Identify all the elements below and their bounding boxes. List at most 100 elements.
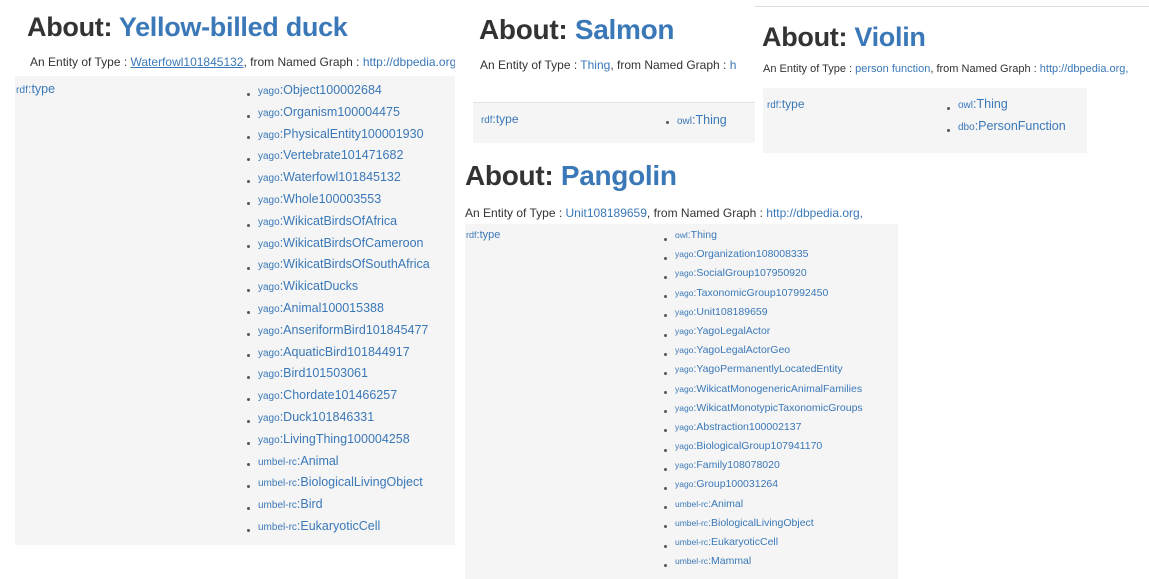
type-value-link[interactable]: yago:Unit108189659 (664, 305, 863, 324)
entity-page-violin: About: Violin An Entity of Type : person… (755, 0, 1149, 160)
value-prefix: yago (258, 216, 280, 228)
value-name: :YagoLegalActor (693, 324, 771, 337)
type-value-link[interactable]: yago:Chordate101466257 (247, 387, 430, 409)
entity-type-link[interactable]: Unit108189659 (566, 206, 647, 220)
type-value-link[interactable]: yago:Whole100003553 (247, 191, 430, 213)
type-value-link[interactable]: yago:Organism100004475 (247, 104, 430, 126)
entity-name: Violin (854, 22, 926, 52)
subtitle-label: An Entity of Type : (30, 55, 131, 69)
property-link-rdf-type[interactable]: rdf:type (466, 229, 500, 241)
named-graph-link[interactable]: h (730, 58, 737, 72)
type-value-link[interactable]: umbel-rc:EukaryoticCell (247, 518, 430, 540)
entity-page-salmon: About: Salmon An Entity of Type : Thing,… (462, 0, 760, 155)
type-value-link[interactable]: yago:LivingThing100004258 (247, 431, 430, 453)
page-title: About: Pangolin (465, 160, 677, 192)
value-prefix: yago (675, 364, 694, 375)
type-value-link[interactable]: yago:Bird101503061 (247, 365, 430, 387)
type-value-link[interactable]: yago:WikicatMonotypicTaxonomicGroups (664, 401, 863, 420)
subtitle-mid: , from Named Graph : (243, 55, 363, 69)
value-prefix: umbel-rc (258, 521, 297, 533)
value-prefix: dbo (958, 122, 975, 133)
property-name: :type (778, 97, 805, 111)
type-value-link[interactable]: yago:Object100002684 (247, 82, 430, 104)
type-value-link[interactable]: yago:WikicatBirdsOfAfrica (247, 213, 430, 235)
type-value-link[interactable]: yago:YagoPermanentlyLocatedEntity (664, 362, 863, 381)
property-name: :type (476, 229, 501, 241)
type-value-link[interactable]: umbel-rc:Animal (247, 453, 430, 475)
value-prefix: owl (677, 116, 693, 127)
entity-type-line: An Entity of Type : Thing, from Named Gr… (480, 58, 736, 72)
named-graph-link[interactable]: http://dbpedia.org, (766, 206, 863, 220)
value-prefix: yago (675, 383, 694, 394)
property-link-rdf-type[interactable]: rdf:type (481, 112, 519, 126)
type-value-link[interactable]: yago:TaxonomicGroup107992450 (664, 286, 863, 305)
entity-name: Yellow-billed duck (118, 12, 348, 42)
named-graph-link[interactable]: http://dbpedia.org, (363, 55, 455, 69)
type-value-link[interactable]: yago:SocialGroup107950920 (664, 266, 863, 285)
value-name: :PersonFunction (974, 119, 1066, 133)
value-prefix: yago (675, 460, 694, 471)
type-value-link[interactable]: yago:WikicatDucks (247, 278, 430, 300)
entity-type-link[interactable]: person function (855, 63, 930, 75)
property-link-rdf-type[interactable]: rdf:type (16, 82, 55, 96)
type-value-link[interactable]: yago:AnseriformBird101845477 (247, 322, 430, 344)
type-value-link[interactable]: yago:WikicatBirdsOfCameroon (247, 235, 430, 257)
type-value-link[interactable]: umbel-rc:EukaryoticCell (664, 535, 863, 554)
type-value-link[interactable]: yago:WikicatMonogenericAnimalFamilies (664, 382, 863, 401)
type-value-link[interactable]: umbel-rc:Bird (247, 496, 430, 518)
value-name: :Bird (296, 497, 323, 512)
entity-type-line: An Entity of Type : person function, fro… (763, 63, 1128, 75)
value-prefix: yago (258, 282, 280, 294)
subtitle-mid: , from Named Graph : (930, 63, 1040, 75)
property-prefix: rdf (466, 230, 477, 240)
type-value-link[interactable]: owl:Thing (947, 96, 1066, 118)
type-value-link[interactable]: yago:WikicatBirdsOfSouthAfrica (247, 256, 430, 278)
value-prefix: umbel-rc (258, 478, 297, 490)
value-name: :WikicatMonogenericAnimalFamilies (693, 382, 863, 395)
type-value-link[interactable]: umbel-rc:Mammal (664, 554, 863, 573)
entity-type-link[interactable]: Thing (580, 58, 610, 72)
type-value-link[interactable]: yago:BiologicalGroup107941170 (664, 439, 863, 458)
value-prefix: yago (258, 194, 280, 206)
value-name: :Group100031264 (693, 478, 779, 491)
value-name: :Thing (692, 113, 727, 127)
type-value-link[interactable]: yago:YagoLegalActorGeo (664, 343, 863, 362)
value-name: :Duck101846331 (279, 409, 375, 424)
title-prefix: About: (762, 22, 855, 52)
type-value-link[interactable]: owl:Thing (666, 112, 727, 130)
type-value-link[interactable]: owl:Thing (664, 228, 863, 247)
type-value-link[interactable]: umbel-rc:BiologicalLivingObject (247, 474, 430, 496)
type-value-link[interactable]: yago:Waterfowl101845132 (247, 169, 430, 191)
type-value-link[interactable]: yago:PhysicalEntity100001930 (247, 126, 430, 148)
value-prefix: yago (258, 391, 280, 403)
value-name: :PhysicalEntity100001930 (279, 126, 424, 141)
type-value-link[interactable]: yago:Animal100015388 (247, 300, 430, 322)
value-prefix: yago (675, 441, 694, 452)
type-value-link[interactable]: yago:Group100031264 (664, 477, 863, 496)
type-value-link[interactable]: yago:AquaticBird101844917 (247, 344, 430, 366)
value-name: :Object100002684 (279, 83, 382, 97)
value-name: :WikicatBirdsOfAfrica (279, 213, 398, 228)
type-values-list: yago:Object100002684 yago:Organism1000044… (247, 82, 430, 540)
type-value-link[interactable]: yago:Duck101846331 (247, 409, 430, 431)
type-value-link[interactable]: umbel-rc:Animal (664, 497, 863, 516)
value-prefix: yago (258, 238, 280, 250)
value-name: :Animal (296, 453, 339, 468)
type-value-link[interactable]: umbel-rc:BiologicalLivingObject (664, 516, 863, 535)
type-value-link[interactable]: dbo:PersonFunction (947, 118, 1066, 140)
type-value-link[interactable]: yago:Family108078020 (664, 458, 863, 477)
value-prefix: yago (258, 303, 280, 315)
type-value-link[interactable]: yago:Vertebrate101471682 (247, 147, 430, 169)
entity-type-link[interactable]: Waterfowl101845132 (131, 55, 244, 69)
property-link-rdf-type[interactable]: rdf:type (767, 97, 805, 111)
entity-type-line: An Entity of Type : Waterfowl101845132, … (30, 55, 455, 69)
value-name: :Vertebrate101471682 (279, 148, 404, 163)
type-value-link[interactable]: yago:Organization108008335 (664, 247, 863, 266)
type-value-link[interactable]: yago:YagoLegalActor (664, 324, 863, 343)
type-value-link[interactable]: yago:Abstraction100002137 (664, 420, 863, 439)
value-name: :YagoLegalActorGeo (693, 344, 791, 357)
entity-page-pangolin: About: Pangolin An Entity of Type : Unit… (458, 158, 898, 579)
named-graph-link[interactable]: http://dbpedia.org, (1040, 63, 1129, 75)
entity-type-line: An Entity of Type : Unit108189659, from … (465, 206, 863, 220)
value-name: :WikicatMonotypicTaxonomicGroups (693, 401, 863, 414)
